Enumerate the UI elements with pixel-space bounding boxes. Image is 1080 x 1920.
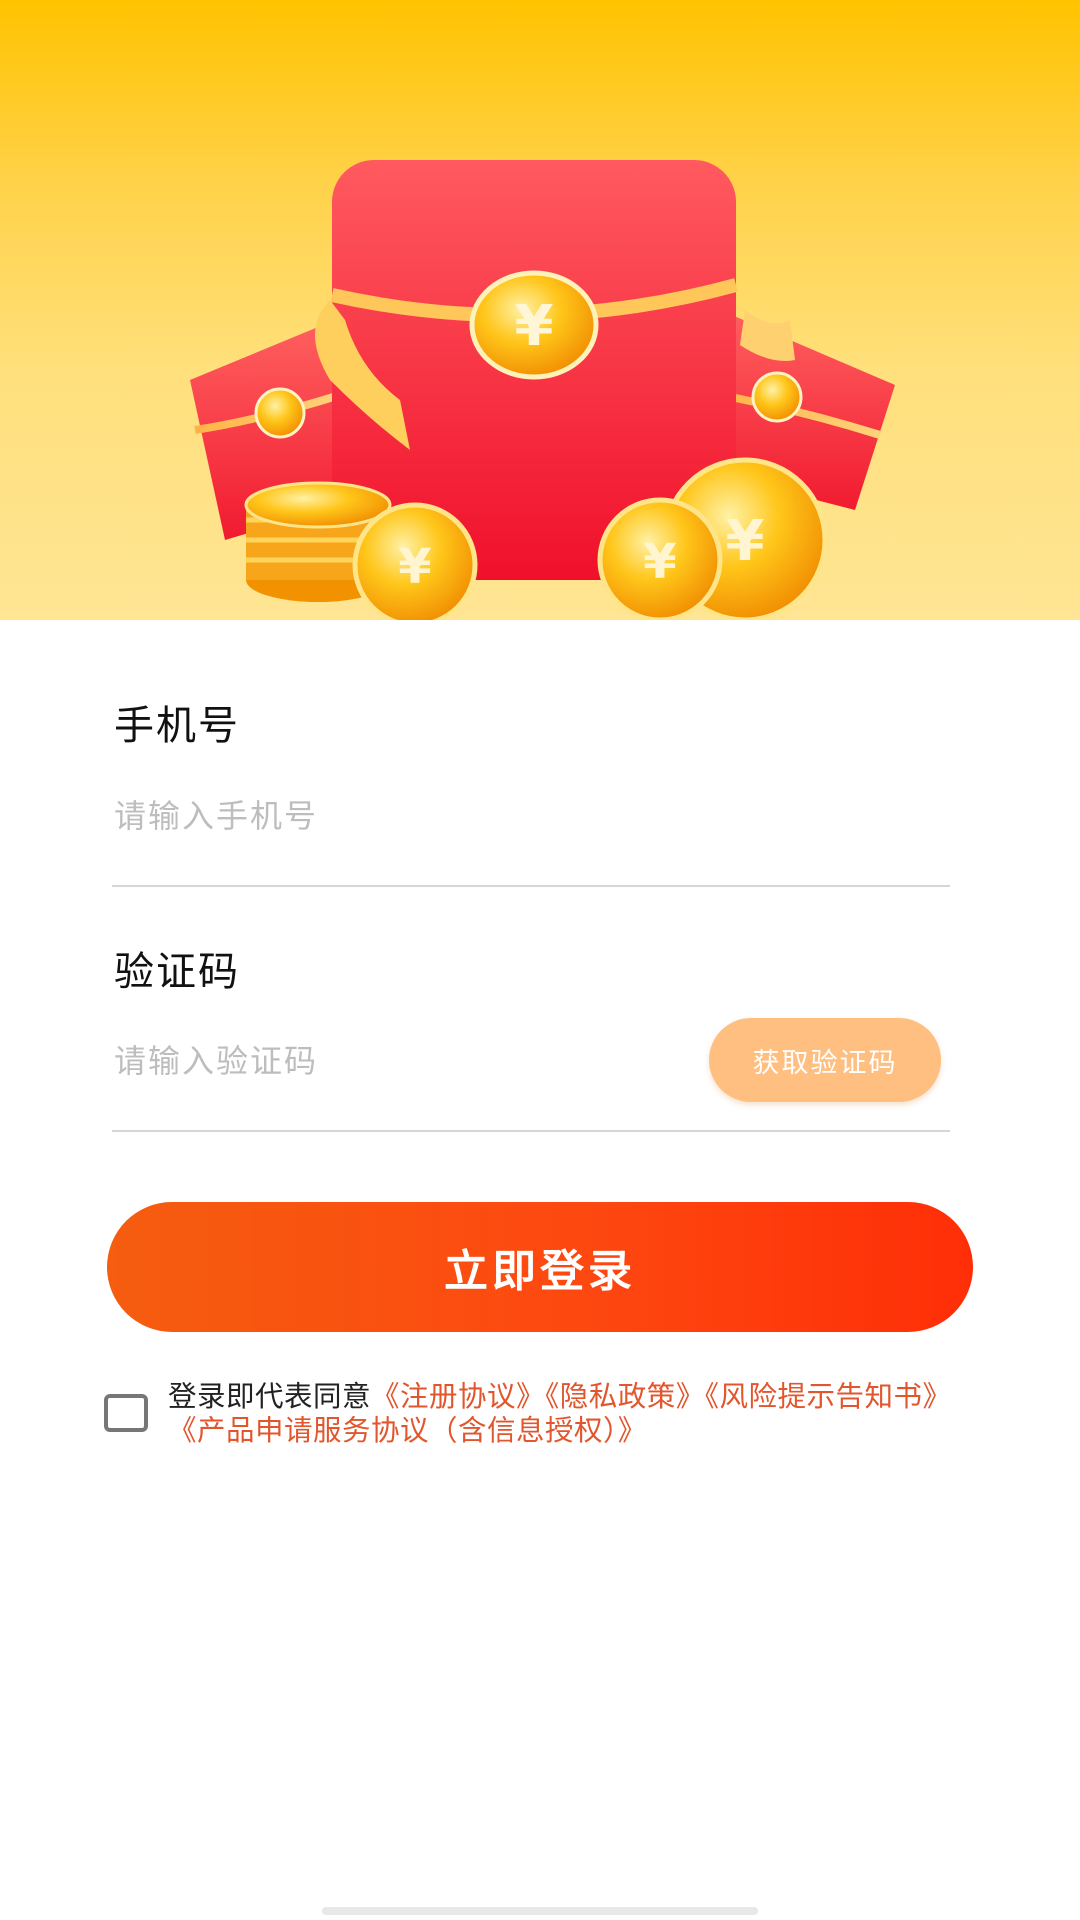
code-label: 验证码 (114, 949, 240, 995)
agreement-prefix: 登录即代表同意 (168, 1380, 372, 1413)
svg-text:¥: ¥ (643, 534, 676, 590)
main-coin-yen: ¥ (515, 294, 554, 359)
phone-label: 手机号 (114, 703, 240, 749)
coin-shape: ¥ (597, 497, 723, 620)
phone-divider (112, 885, 950, 887)
link-privacy-policy[interactable]: 《隐私政策》 (545, 1380, 705, 1413)
link-risk-notice[interactable]: 《风险提示告知书》 (705, 1380, 952, 1413)
code-input[interactable] (114, 1031, 674, 1091)
svg-text:¥: ¥ (398, 539, 431, 595)
phone-input[interactable] (114, 786, 674, 846)
red-envelope-illustration: ¥ ¥ ¥ ¥ (190, 160, 895, 620)
svg-text:¥: ¥ (726, 509, 765, 574)
login-button[interactable]: 立即登录 (107, 1202, 973, 1332)
home-indicator (322, 1907, 758, 1915)
hero-banner: ¥ ¥ ¥ ¥ (0, 0, 1080, 620)
link-register-agreement[interactable]: 《注册协议》 (371, 1380, 545, 1413)
agreement-text: 登录即代表同意《注册协议》《隐私政策》《风险提示告知书》《产品申请服务协议（含信… (168, 1380, 988, 1448)
code-divider (112, 1130, 950, 1132)
get-code-button[interactable]: 获取验证码 (709, 1018, 941, 1102)
agreement-checkbox[interactable] (104, 1394, 148, 1432)
link-service-agreement[interactable]: 《产品申请服务协议（含信息授权）》 (168, 1414, 647, 1447)
coin-shape: ¥ (352, 502, 478, 620)
